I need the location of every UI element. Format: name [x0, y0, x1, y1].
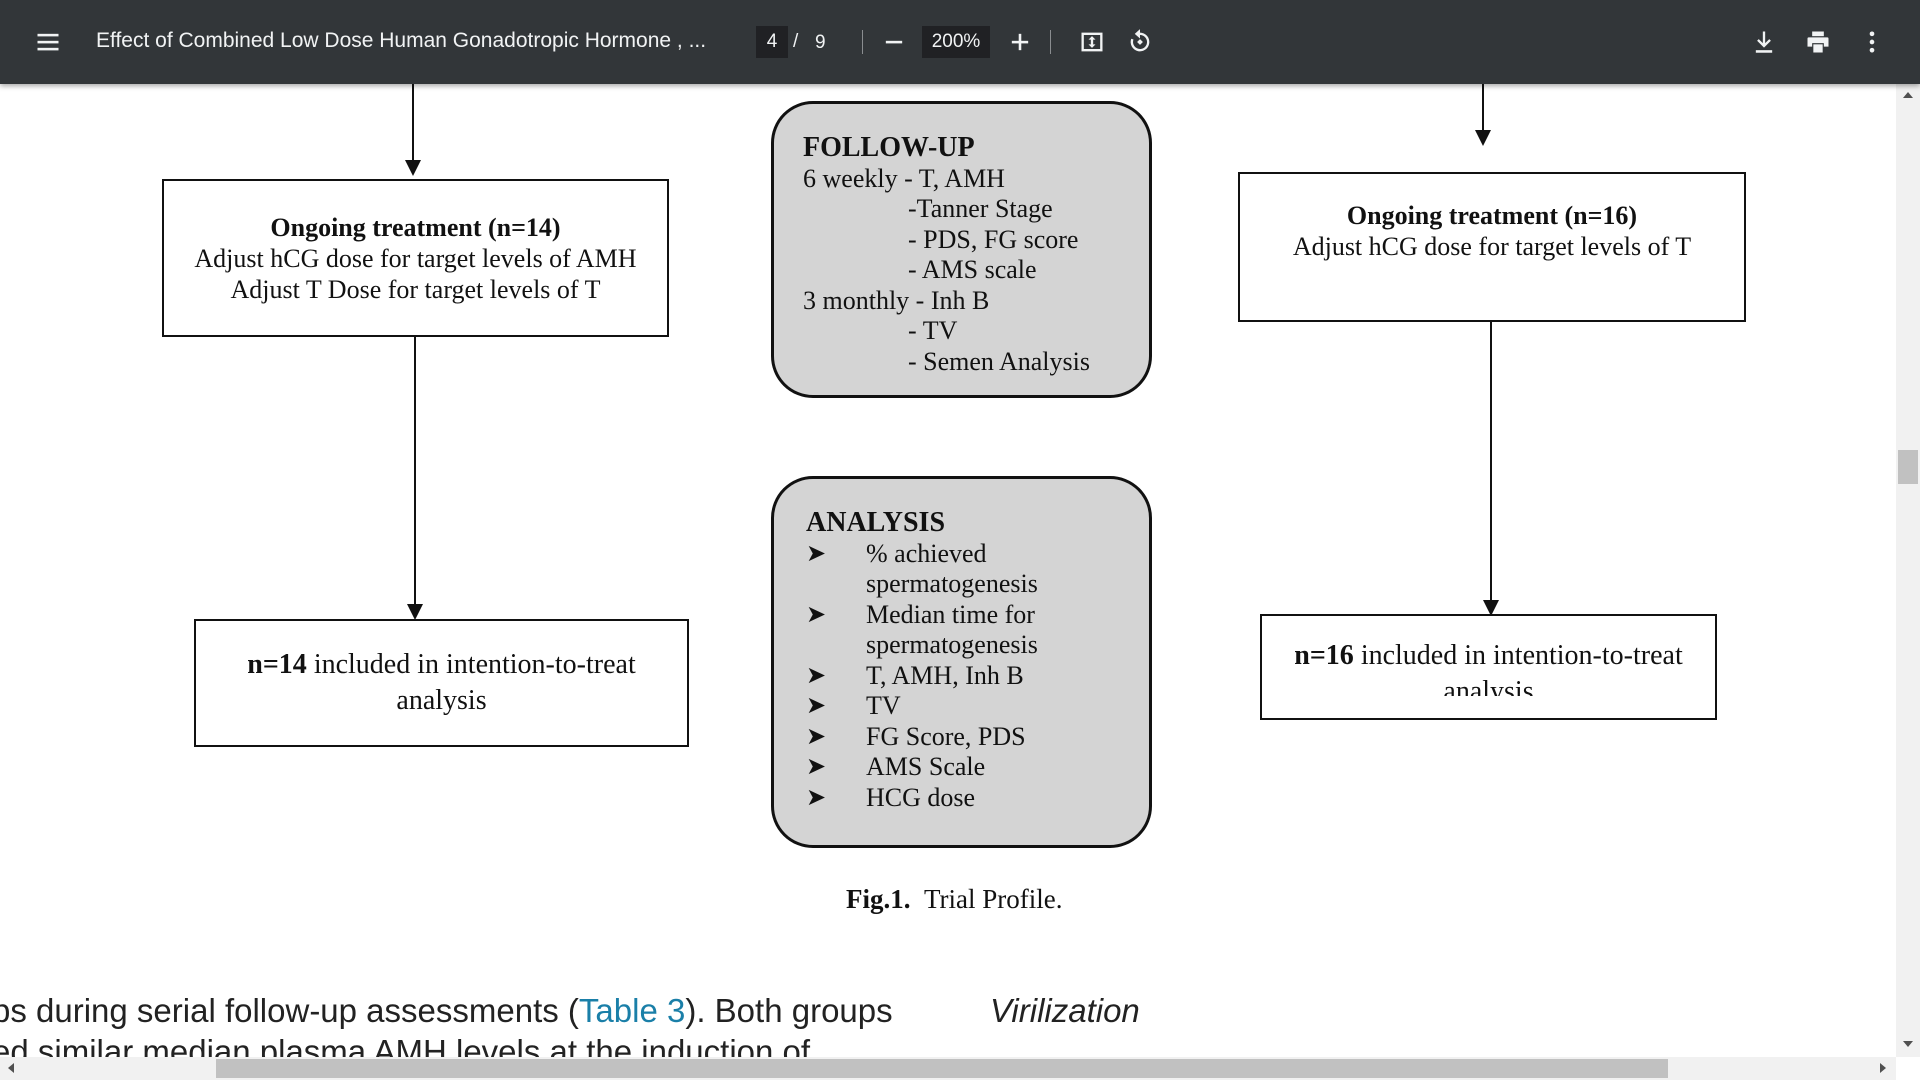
scroll-right-arrow-icon[interactable] — [1880, 1063, 1886, 1073]
analysis-item: ➤ TV — [806, 691, 901, 720]
bullet-arrow-icon: ➤ — [806, 662, 827, 689]
rotate-icon[interactable] — [1118, 20, 1162, 64]
arrowhead — [1475, 130, 1491, 146]
left-itt-count: n=14 — [247, 649, 307, 680]
left-itt-text: included in intention-to-treat — [306, 649, 636, 680]
more-options-icon[interactable] — [1850, 20, 1894, 64]
toolbar-divider — [862, 30, 863, 54]
section-heading-virilization: Virilization — [990, 992, 1140, 1029]
figure-caption-text: Trial Profile. — [924, 884, 1063, 914]
zoom-in-icon[interactable] — [998, 20, 1042, 64]
pdf-toolbar: Effect of Combined Low Dose Human Gonado… — [0, 0, 1920, 84]
total-pages: 9 — [815, 32, 826, 53]
analysis-item: ➤ HCG dose — [806, 782, 976, 812]
toolbar-divider — [1050, 30, 1051, 54]
download-icon[interactable] — [1742, 20, 1786, 64]
right-ongoing-title: Ongoing treatment (n=16) — [1346, 201, 1638, 230]
analysis-item-continuation: spermatogenesis — [866, 630, 1038, 659]
left-ongoing-line1: Adjust hCG dose for target levels of AMH — [194, 243, 637, 273]
figure-caption: Fig.1. Trial Profile. — [846, 884, 1063, 915]
page-separator: / — [793, 31, 799, 52]
followup-line: 3 monthly - Inh B — [803, 285, 990, 315]
left-ongoing-treatment-box: Ongoing treatment (n=14) Adjust hCG dose… — [162, 179, 669, 337]
scroll-down-arrow-icon[interactable] — [1903, 1041, 1913, 1047]
fit-to-page-icon[interactable] — [1070, 20, 1114, 64]
menu-icon[interactable] — [26, 20, 70, 64]
horizontal-scrollbar-thumb[interactable] — [216, 1059, 1668, 1078]
bullet-arrow-icon: ➤ — [806, 723, 827, 750]
figure-caption-label: Fig.1. — [846, 884, 911, 914]
right-itt-box: n=16 included in intention-to-treat anal… — [1260, 614, 1717, 720]
connector-line — [1482, 84, 1484, 132]
analysis-item: ➤ Median time for — [806, 599, 1035, 629]
arrowhead — [407, 604, 423, 620]
right-ongoing-line1: Adjust hCG dose for target levels of T — [1292, 232, 1692, 261]
followup-line: - TV — [908, 316, 958, 345]
bullet-arrow-icon: ➤ — [806, 601, 827, 628]
followup-title: FOLLOW-UP — [803, 132, 975, 163]
body-text-line: ed similar median plasma AMH levels at t… — [0, 1033, 811, 1057]
analysis-item: ➤% achieved — [806, 538, 987, 568]
scroll-up-arrow-icon[interactable] — [1903, 92, 1913, 98]
bullet-arrow-icon: ➤ — [806, 540, 827, 567]
current-page-input[interactable]: 4 — [756, 26, 788, 58]
arrowhead — [405, 160, 421, 176]
right-itt-line2: analysis — [1443, 676, 1534, 696]
followup-line: - PDS, FG score — [908, 224, 1079, 254]
connector-line — [1490, 322, 1492, 604]
right-itt-text: included in intention-to-treat — [1353, 640, 1683, 671]
left-ongoing-line2: Adjust T Dose for target levels of T — [230, 274, 601, 304]
followup-line: -Tanner Stage — [908, 194, 1053, 223]
followup-line: 6 weekly - T, AMH — [803, 163, 1005, 193]
followup-line: - AMS scale — [908, 255, 1037, 284]
vertical-scrollbar[interactable] — [1896, 84, 1920, 1057]
body-text-line: ps during serial follow-up assessments (… — [0, 992, 893, 1029]
print-icon[interactable] — [1796, 20, 1840, 64]
left-itt-line2: analysis — [396, 685, 487, 716]
scroll-left-arrow-icon[interactable] — [8, 1063, 14, 1073]
analysis-item: ➤ AMS Scale — [806, 752, 986, 781]
bullet-arrow-icon: ➤ — [806, 693, 827, 719]
connector-line — [412, 84, 414, 162]
zoom-out-icon[interactable] — [872, 20, 916, 64]
analysis-item: ➤ T, AMH, Inh B — [806, 660, 1024, 690]
left-itt-box: n=14 included in intention-to-treat anal… — [194, 619, 689, 747]
analysis-title: ANALYSIS — [806, 507, 946, 538]
vertical-scrollbar-thumb[interactable] — [1898, 450, 1918, 484]
left-ongoing-title: Ongoing treatment (n=14) — [270, 212, 561, 242]
zoom-level-input[interactable]: 200% — [922, 26, 990, 58]
analysis-item-continuation: spermatogenesis — [866, 569, 1038, 598]
analysis-box: ANALYSIS ➤% achieved spermatogenesis ➤ Me… — [771, 476, 1152, 848]
document-title: Effect of Combined Low Dose Human Gonado… — [96, 29, 707, 52]
table-3-link[interactable]: Table 3 — [579, 992, 685, 1029]
right-ongoing-treatment-box: Ongoing treatment (n=16) Adjust hCG dose… — [1238, 172, 1746, 322]
right-itt-count: n=16 — [1294, 640, 1354, 671]
bullet-arrow-icon: ➤ — [806, 784, 827, 811]
bullet-arrow-icon: ➤ — [806, 754, 827, 780]
followup-box: FOLLOW-UP 6 weekly - T, AMH -Tanner Stag… — [771, 101, 1152, 398]
followup-line: - Semen Analysis — [908, 346, 1090, 376]
analysis-item: ➤ FG Score, PDS — [806, 721, 1026, 751]
document-viewport[interactable]: Ongoing treatment (n=14) Adjust hCG dose… — [0, 84, 1896, 1057]
connector-line — [414, 337, 416, 609]
